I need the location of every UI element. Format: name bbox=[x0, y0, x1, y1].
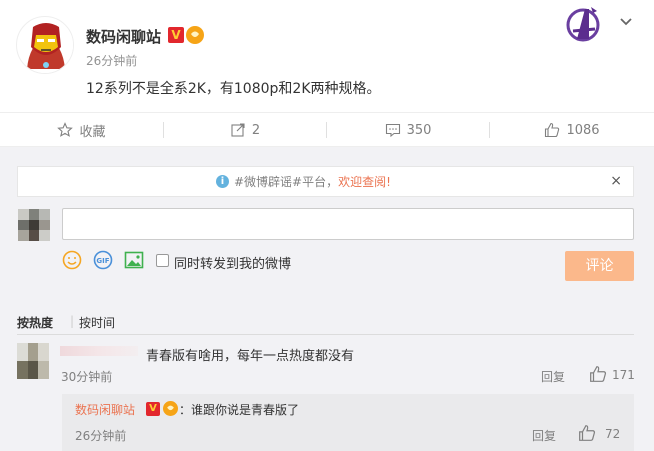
post-header: 数码闲聊站 V 26分钟前 12系列不是全系2K，有1080p和2K两种规格。 bbox=[0, 0, 654, 112]
author-name[interactable]: 数码闲聊站 bbox=[86, 26, 161, 47]
action-bar: 收藏 2 350 1086 bbox=[0, 112, 654, 147]
notice-link[interactable]: 欢迎查阅! bbox=[338, 173, 391, 190]
comment-text: 青春版有啥用，每年一点热度都没有 bbox=[146, 349, 355, 364]
commenter-name-redacted bbox=[60, 346, 138, 356]
close-icon[interactable]: × bbox=[610, 173, 622, 189]
comment-like-count: 171 bbox=[612, 368, 635, 382]
notice-content: i #微博辟谣#平台， 欢迎查阅! bbox=[216, 167, 391, 196]
divider bbox=[17, 334, 634, 335]
sub-comment-time: 26分钟前 bbox=[75, 429, 127, 443]
commenter-avatar[interactable] bbox=[17, 343, 49, 379]
comment-count: 350 bbox=[406, 122, 432, 138]
thumbs-up-icon[interactable] bbox=[578, 424, 596, 446]
like-count: 1086 bbox=[566, 122, 600, 138]
info-icon: i bbox=[216, 175, 229, 188]
gold-medal-icon bbox=[186, 26, 204, 44]
gold-medal-icon bbox=[163, 401, 178, 416]
sort-by-hot-tab[interactable]: 按热度 bbox=[17, 314, 53, 331]
sort-by-time-tab[interactable]: 按时间 bbox=[79, 314, 115, 331]
gif-icon[interactable]: GIF bbox=[93, 250, 113, 274]
favorite-label: 收藏 bbox=[79, 124, 106, 140]
repost-checkbox[interactable] bbox=[156, 254, 169, 267]
image-icon[interactable] bbox=[124, 250, 144, 274]
repost-icon bbox=[231, 123, 245, 137]
post-time[interactable]: 26分钟前 bbox=[86, 52, 137, 69]
thumbs-up-icon[interactable] bbox=[589, 365, 607, 387]
emoji-icon[interactable] bbox=[62, 250, 82, 274]
comment-area: i #微博辟谣#平台， 欢迎查阅! × GIF 同时转发到我的微博 评论 按热度… bbox=[0, 147, 654, 451]
like-button[interactable]: 1086 bbox=[490, 113, 654, 147]
submit-comment-button[interactable]: 评论 bbox=[565, 251, 634, 281]
rumor-notice-bar: i #微博辟谣#平台， 欢迎查阅! × bbox=[17, 166, 634, 197]
my-avatar bbox=[18, 209, 50, 241]
reply-button[interactable]: 回复 bbox=[541, 368, 565, 385]
comment-input[interactable] bbox=[62, 208, 634, 240]
repost-checkbox-label[interactable]: 同时转发到我的微博 bbox=[174, 253, 291, 272]
notice-text: #微博辟谣#平台， bbox=[234, 175, 339, 189]
iron-man-avatar-icon bbox=[18, 18, 73, 73]
chevron-down-icon[interactable] bbox=[618, 14, 634, 30]
comment-time: 30分钟前 bbox=[61, 370, 113, 384]
avengers-logo-icon bbox=[565, 5, 601, 43]
sub-comment-like-count: 72 bbox=[605, 427, 621, 441]
reply-button[interactable]: 回复 bbox=[532, 427, 556, 444]
post-text: 12系列不是全系2K，有1080p和2K两种规格。 bbox=[86, 81, 381, 97]
repost-button[interactable]: 2 bbox=[164, 113, 326, 147]
author-avatar[interactable] bbox=[16, 16, 74, 74]
star-icon bbox=[57, 122, 74, 137]
sub-comment-text: ：谁跟你说是青春版了 bbox=[179, 403, 300, 417]
sort-separator: | bbox=[70, 314, 75, 328]
comment-icon bbox=[385, 123, 400, 138]
comment-button[interactable]: 350 bbox=[327, 113, 489, 147]
svg-text:GIF: GIF bbox=[96, 257, 109, 265]
thumbs-up-icon bbox=[545, 122, 560, 138]
verified-badge-icon: V bbox=[168, 27, 184, 43]
sub-comment: 数码闲聊站 V ：谁跟你说是青春版了 26分钟前 回复 72 bbox=[62, 394, 634, 451]
sub-comment-user[interactable]: 数码闲聊站 bbox=[75, 401, 135, 418]
verified-badge-icon: V bbox=[146, 402, 160, 416]
repost-count: 2 bbox=[251, 122, 261, 138]
favorite-button[interactable]: 收藏 bbox=[0, 113, 163, 147]
